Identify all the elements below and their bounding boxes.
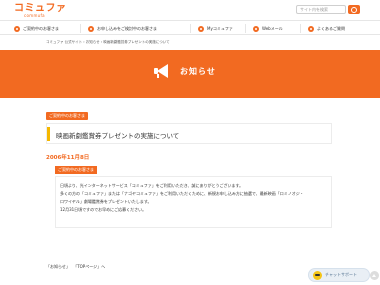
- global-nav: ご契約中のお客さま お申し込みをご検討中のお客さま Myコミュファ Webメール…: [0, 20, 380, 35]
- search-input[interactable]: サイト内を検索: [296, 5, 346, 14]
- site-logo[interactable]: コミュファ: [14, 4, 67, 14]
- article-date: 2006年11月8日: [46, 155, 90, 161]
- title-accent-bar: [47, 127, 50, 141]
- body-paragraph: 日頃より、光インターネットサービス「コミュファ」をご利用いただき、誠にありがとう…: [60, 183, 244, 188]
- nav-item-label: Webメール: [262, 26, 283, 31]
- chat-icon: [313, 270, 322, 280]
- question-icon: [308, 26, 314, 32]
- nav-item-label: ご契約中のお客さま: [23, 26, 59, 31]
- scroll-up-icon[interactable]: [370, 271, 379, 280]
- article-title: 映画新劇鑑賞券プレゼントの実施について: [56, 132, 180, 140]
- breadcrumb[interactable]: コミュファ 公式サイト › お知らせ › 映画新劇鑑賞券プレゼントの実施について: [46, 40, 170, 45]
- nav-item-faq[interactable]: よくあるご質問: [308, 24, 345, 34]
- nav-item-my-commufa[interactable]: Myコミュファ: [198, 24, 233, 34]
- nav-item-current-customers[interactable]: ご契約中のお客さま: [14, 24, 59, 34]
- article-body: 日頃より、光インターネットサービス「コミュファ」をご利用いただき、誠にありがとう…: [55, 176, 332, 228]
- body-paragraph: 12月31日頃ですのでお早めにご応募ください。: [60, 207, 147, 212]
- user-icon: [14, 26, 20, 32]
- footer-links: 「お知らせ」 「TOPページ」へ: [46, 264, 107, 270]
- inner-category-badge: ご契約中のお客さま: [55, 166, 97, 174]
- site-header: コミュファ commufa サイト内を検索: [0, 0, 380, 20]
- nav-item-label: Myコミュファ: [207, 26, 233, 31]
- nav-divider: [80, 24, 81, 33]
- my-page-icon: [198, 26, 204, 32]
- cart-icon: [88, 26, 94, 32]
- nav-divider: [245, 24, 246, 33]
- nav-item-webmail[interactable]: Webメール: [253, 24, 283, 34]
- site-logo-sub: commufa: [24, 13, 45, 18]
- body-paragraph: ロワイヤル」劇場鑑賞券をプレゼントいたします。: [60, 199, 152, 204]
- nav-item-label: よくあるご質問: [317, 26, 345, 31]
- chat-support-label: チャットサポート: [325, 272, 357, 277]
- body-paragraph: 多くの方の「コミュファ」または「ナゴヤコミュファ」をご利用いただくために、新規お…: [60, 191, 304, 196]
- nav-item-label: お申し込みをご検討中のお客さま: [97, 26, 157, 31]
- chat-support-button[interactable]: チャットサポート: [308, 268, 379, 282]
- mail-icon: [253, 26, 259, 32]
- search-button[interactable]: [348, 5, 360, 14]
- page-banner: お知らせ: [0, 50, 380, 98]
- nav-divider: [300, 24, 301, 33]
- top-page-link[interactable]: 「TOPページ」へ: [73, 264, 105, 269]
- page-title: お知らせ: [180, 66, 216, 76]
- category-badge: ご契約中のお客さま: [46, 112, 88, 120]
- megaphone-icon: [152, 63, 172, 79]
- nav-divider: [190, 24, 191, 33]
- article-title-box: 映画新劇鑑賞券プレゼントの実施について: [46, 123, 332, 144]
- nav-item-prospective-customers[interactable]: お申し込みをご検討中のお客さま: [88, 24, 157, 34]
- news-link[interactable]: 「お知らせ」: [46, 264, 70, 269]
